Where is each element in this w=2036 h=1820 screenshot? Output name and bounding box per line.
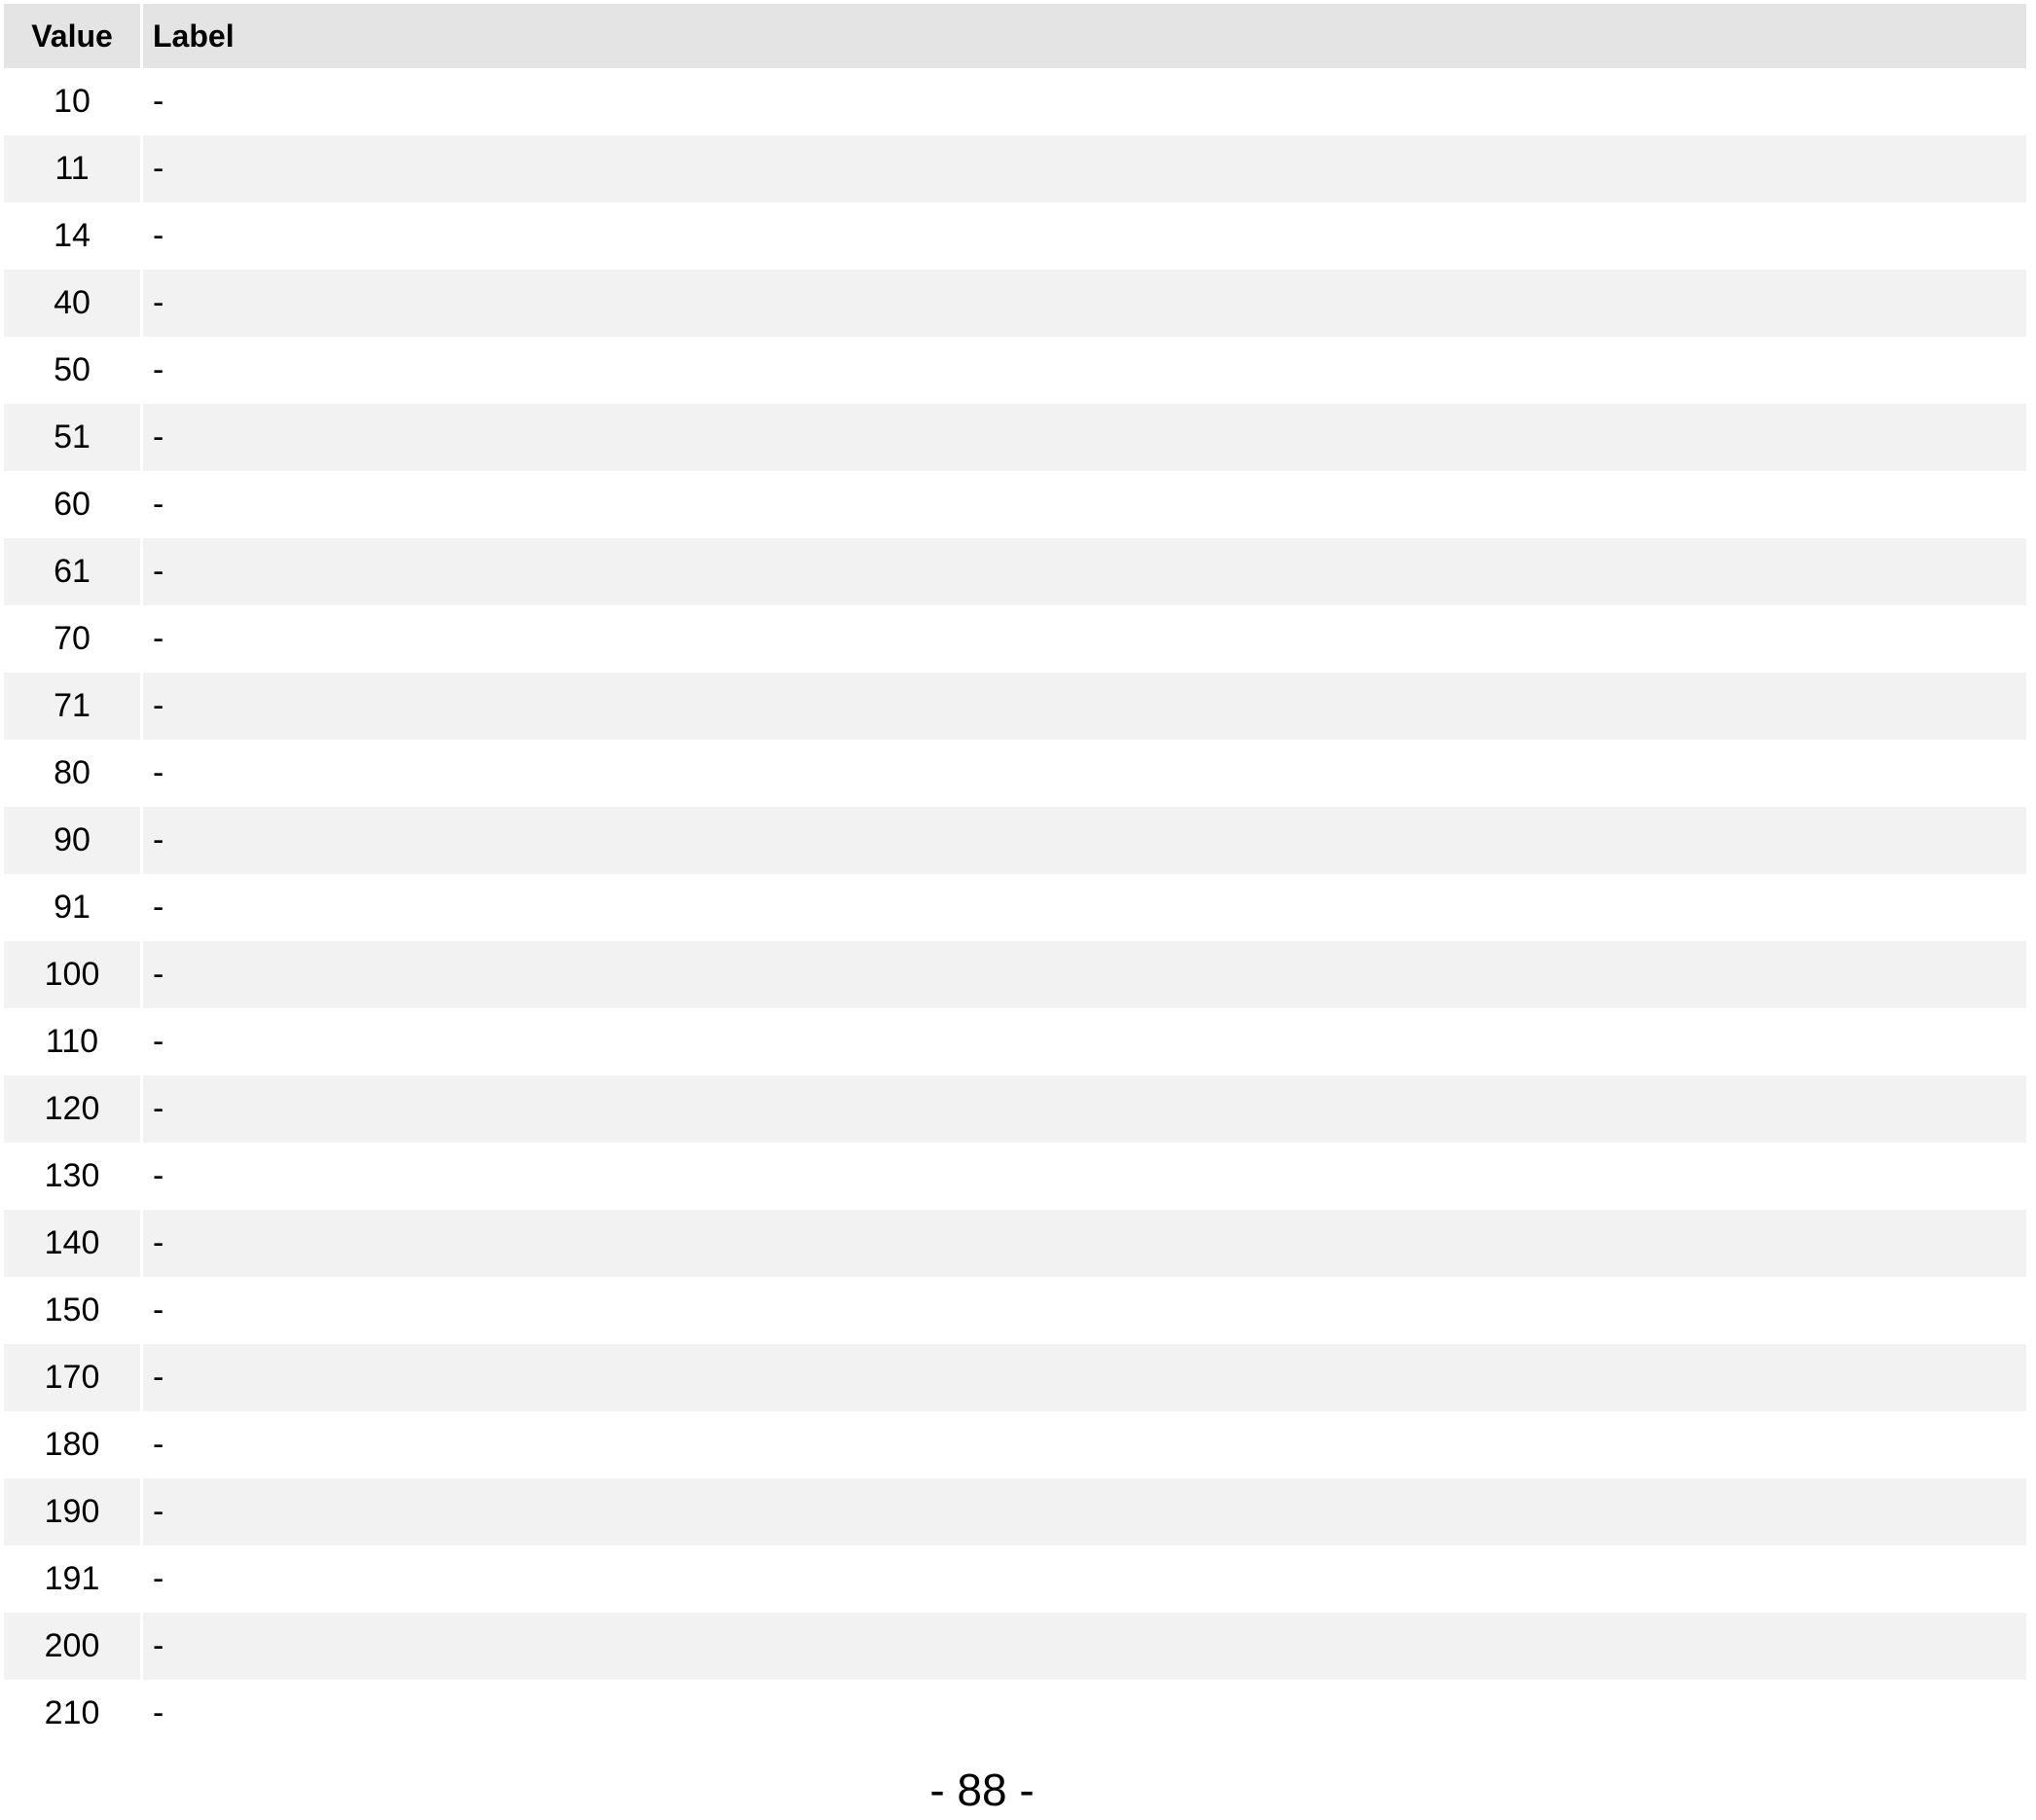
cell-value: 100 xyxy=(4,941,140,1008)
table-row: 40- xyxy=(4,270,2026,337)
cell-value: 50 xyxy=(54,351,91,388)
cell-label: - xyxy=(153,1694,164,1731)
cell-label: - xyxy=(153,620,164,657)
table-row: 110 - xyxy=(4,1008,2026,1075)
cell-label: - xyxy=(153,486,164,523)
table-row: 60 - xyxy=(4,471,2026,538)
cell-label: - xyxy=(143,135,2026,202)
cell-value: 90 xyxy=(4,807,140,874)
page-number: - 88 - xyxy=(929,1765,1035,1815)
table-row: 210 - xyxy=(4,1680,2026,1747)
cell-value: 70 xyxy=(54,620,91,657)
table-row: 80 - xyxy=(4,740,2026,807)
cell-label: - xyxy=(153,1560,164,1597)
cell-label: - xyxy=(153,754,164,791)
table-row: 130 - xyxy=(4,1143,2026,1210)
cell-value: 14 xyxy=(54,217,91,254)
cell-value: 130 xyxy=(44,1157,100,1194)
cell-value: 191 xyxy=(44,1560,100,1597)
cell-label: - xyxy=(143,1210,2026,1277)
cell-value: 40 xyxy=(4,270,140,337)
table-row: 190- xyxy=(4,1478,2026,1546)
table-row: 71- xyxy=(4,673,2026,740)
table-row: 70 - xyxy=(4,605,2026,673)
table-row: 140- xyxy=(4,1210,2026,1277)
table-row: 170- xyxy=(4,1344,2026,1411)
cell-value: 190 xyxy=(4,1478,140,1546)
table-row: 191 - xyxy=(4,1546,2026,1613)
cell-value: 51 xyxy=(4,404,140,471)
cell-label: - xyxy=(143,538,2026,605)
cell-label: - xyxy=(153,1023,164,1060)
table-row: 11- xyxy=(4,135,2026,202)
cell-value: 110 xyxy=(45,1023,99,1060)
table-body: 10-11-14-40-50-51-60-61-70-71-80-90-91-1… xyxy=(4,68,2026,1747)
table-row: 10 - xyxy=(4,68,2026,135)
document-page: Value Label 10-11-14-40-50-51-60-61-70-7… xyxy=(0,0,2036,1820)
cell-label: - xyxy=(153,351,164,388)
cell-label: - xyxy=(153,889,164,926)
cell-value: 200 xyxy=(4,1613,140,1680)
cell-label: - xyxy=(143,1075,2026,1143)
cell-label: - xyxy=(153,217,164,254)
table-row: 150 - xyxy=(4,1277,2026,1344)
cell-label: - xyxy=(143,1478,2026,1546)
table-header-row: Value Label xyxy=(4,4,2026,68)
table-row: 120- xyxy=(4,1075,2026,1143)
table-row: 61- xyxy=(4,538,2026,605)
cell-label: - xyxy=(153,1292,164,1329)
cell-label: - xyxy=(143,673,2026,740)
cell-value: 140 xyxy=(4,1210,140,1277)
cell-value: 120 xyxy=(4,1075,140,1143)
cell-label: - xyxy=(143,1344,2026,1411)
table-row: 51- xyxy=(4,404,2026,471)
table-row: 90- xyxy=(4,807,2026,874)
column-header-label: Label xyxy=(143,4,2026,68)
cell-label: - xyxy=(143,807,2026,874)
cell-value: 80 xyxy=(54,754,91,791)
table-row: 100- xyxy=(4,941,2026,1008)
cell-label: - xyxy=(143,941,2026,1008)
cell-label: - xyxy=(153,1426,164,1463)
cell-label: - xyxy=(153,83,164,120)
cell-label: - xyxy=(143,1613,2026,1680)
cell-value: 61 xyxy=(4,538,140,605)
cell-value: 11 xyxy=(4,135,140,202)
cell-value: 210 xyxy=(44,1694,100,1731)
table-row: 180 - xyxy=(4,1411,2026,1478)
cell-value: 71 xyxy=(4,673,140,740)
cell-value: 150 xyxy=(44,1292,100,1329)
cell-value: 10 xyxy=(54,83,91,120)
table-row: 50 - xyxy=(4,337,2026,404)
cell-label: - xyxy=(143,270,2026,337)
table-row: 91 - xyxy=(4,874,2026,941)
table-row: 14 - xyxy=(4,202,2026,270)
cell-value: 60 xyxy=(54,486,91,523)
table-row: 200- xyxy=(4,1613,2026,1680)
cell-value: 170 xyxy=(4,1344,140,1411)
cell-value: 91 xyxy=(54,889,91,926)
value-label-table: Value Label 10-11-14-40-50-51-60-61-70-7… xyxy=(1,4,2029,1747)
cell-value: 180 xyxy=(44,1426,100,1463)
cell-label: - xyxy=(143,404,2026,471)
column-header-value: Value xyxy=(4,4,140,68)
cell-label: - xyxy=(153,1157,164,1194)
